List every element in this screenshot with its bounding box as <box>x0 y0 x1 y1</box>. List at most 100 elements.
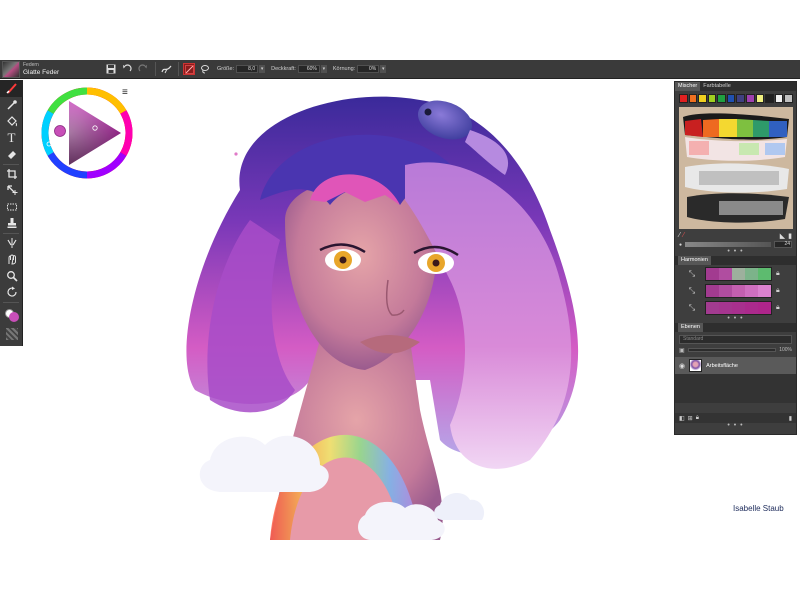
harmony-swatch[interactable] <box>745 284 758 297</box>
grid-icon[interactable] <box>0 326 23 343</box>
transform-icon[interactable] <box>0 182 23 199</box>
layer-stack-icon[interactable]: ◧ <box>679 415 685 422</box>
layer-name[interactable]: Arbeitsfläche <box>706 363 796 369</box>
undo-icon[interactable] <box>121 63 133 75</box>
color-wheel-icon[interactable] <box>183 63 195 75</box>
palette-swatch[interactable] <box>774 94 784 103</box>
mixer-pad[interactable] <box>679 107 793 229</box>
blend-icon[interactable] <box>0 251 23 268</box>
tab-mischer[interactable]: Mischer <box>675 82 701 91</box>
mixer-pan-icon[interactable]: ◣ <box>780 232 785 240</box>
harmony-swatch[interactable] <box>745 267 758 280</box>
lasso-icon[interactable] <box>199 63 211 75</box>
primary-color-swatch[interactable] <box>9 311 19 322</box>
save-icon[interactable] <box>105 63 117 75</box>
harmony-swatch[interactable] <box>732 301 745 314</box>
lock-icon[interactable]: 🔒︎ <box>776 287 780 295</box>
layer-opacity-slider[interactable] <box>687 348 777 352</box>
harmony-row: ⤡ 🔒︎ <box>675 265 796 282</box>
mixer-size-slider[interactable] <box>685 242 771 247</box>
selection-icon[interactable] <box>0 199 23 216</box>
crop-icon[interactable] <box>0 166 23 183</box>
mixer-tools: ⁄ ⁄ ◣ ▮ <box>675 231 796 240</box>
harmony-swatch[interactable] <box>758 267 771 280</box>
layer-thumbnail <box>689 359 703 372</box>
harmonies-header: Harmonien <box>675 256 796 265</box>
separator <box>3 232 19 234</box>
harmony-type-icon[interactable]: ⤡ <box>679 286 705 296</box>
palette-swatch[interactable] <box>688 94 698 103</box>
text-icon[interactable]: T <box>0 130 23 147</box>
harmony-swatch[interactable] <box>732 267 745 280</box>
zoom-icon[interactable] <box>0 268 23 285</box>
layer-item[interactable]: ◉ Arbeitsfläche <box>675 357 796 374</box>
palette-swatch[interactable] <box>707 94 717 103</box>
mixer-dropper-icon[interactable]: ⁄ <box>683 232 684 239</box>
harmonies-title[interactable]: Harmonien <box>678 256 711 265</box>
palette-swatch[interactable] <box>717 94 726 103</box>
harmony-swatch[interactable] <box>706 301 719 314</box>
harmony-swatch[interactable] <box>719 267 732 280</box>
harmony-swatch[interactable] <box>719 301 732 314</box>
harmony-type-icon[interactable]: ⤡ <box>679 303 705 313</box>
right-docker-panel: Mischer Farbtabelle ⁄ ⁄ ◣ ▮ ● 24 • • • H… <box>674 81 797 435</box>
brush-icon[interactable] <box>0 80 23 97</box>
palette-swatch[interactable] <box>698 94 707 103</box>
palette-swatch[interactable] <box>755 94 765 103</box>
harmony-swatch[interactable] <box>732 284 745 297</box>
palette-swatch[interactable] <box>746 94 755 103</box>
canvas-artwork[interactable] <box>170 80 610 545</box>
palette-swatch[interactable] <box>784 94 793 103</box>
panel-grip[interactable]: • • • <box>675 315 796 322</box>
brush-selector[interactable]: Federn Glatte Feder <box>23 62 101 76</box>
harmony-swatch[interactable] <box>719 284 732 297</box>
palette-swatch[interactable] <box>765 94 774 103</box>
harmony-swatch[interactable] <box>745 301 758 314</box>
mixer-brush-icon[interactable]: ⁄ <box>679 232 680 239</box>
stamp-icon[interactable] <box>0 215 23 232</box>
rotate-icon[interactable] <box>0 284 23 301</box>
harmony-row: ⤡ 🔒︎ <box>675 282 796 299</box>
redo-icon[interactable] <box>137 63 149 75</box>
stroke-icon[interactable] <box>160 63 172 75</box>
harmony-swatch[interactable] <box>706 267 719 280</box>
text-tool-glyph: T <box>7 129 16 145</box>
eye-icon[interactable]: ◉ <box>679 362 685 370</box>
opacity-dropdown[interactable]: ▾ <box>320 65 327 73</box>
layer-opacity-value[interactable]: 100% <box>779 347 792 353</box>
harmony-type-icon[interactable]: ⤡ <box>679 269 705 279</box>
opacity-field[interactable]: 60% <box>297 65 320 73</box>
lock-icon[interactable]: 🔒︎ <box>776 304 780 312</box>
color-swatches[interactable] <box>0 304 23 326</box>
delete-layer-icon[interactable]: ▮ <box>789 415 792 422</box>
new-layer-icon[interactable]: ⊞ <box>688 415 693 422</box>
layers-title[interactable]: Ebenen <box>678 323 703 332</box>
symmetry-icon[interactable] <box>0 235 23 252</box>
eyedropper-icon[interactable] <box>0 97 23 114</box>
lock-icon[interactable]: 🔒︎ <box>776 270 780 278</box>
palette-swatch[interactable] <box>736 94 746 103</box>
harmony-swatch[interactable] <box>758 284 771 297</box>
panel-grip[interactable]: • • • <box>675 422 796 429</box>
mixer-tabs: Mischer Farbtabelle <box>675 82 796 91</box>
trash-icon[interactable]: ▮ <box>788 232 792 240</box>
panel-grip[interactable]: • • • <box>675 248 796 255</box>
color-wheel[interactable] <box>41 87 133 179</box>
brush-variant-thumbnail[interactable] <box>2 60 20 78</box>
palette-swatch[interactable] <box>679 94 688 103</box>
hamburger-icon[interactable]: ≡ <box>122 87 128 98</box>
size-dropdown[interactable]: ▾ <box>259 65 266 73</box>
layer-list: ◉ Arbeitsfläche <box>675 357 796 403</box>
grain-field[interactable]: 0% <box>357 65 380 73</box>
grain-dropdown[interactable]: ▾ <box>380 65 387 73</box>
harmony-swatch[interactable] <box>758 301 771 314</box>
blend-mode-select[interactable]: Standard <box>679 335 792 344</box>
mixer-size-value[interactable]: 24 <box>774 241 792 248</box>
palette-swatch[interactable] <box>726 94 736 103</box>
paint-bucket-icon[interactable] <box>0 113 23 130</box>
tab-farbtabelle[interactable]: Farbtabelle <box>700 82 734 91</box>
eraser-icon[interactable] <box>0 146 23 163</box>
harmony-swatch[interactable] <box>706 284 719 297</box>
lock-layer-icon[interactable]: 🔒︎ <box>696 415 699 422</box>
size-field[interactable]: 8,0 <box>236 65 259 73</box>
